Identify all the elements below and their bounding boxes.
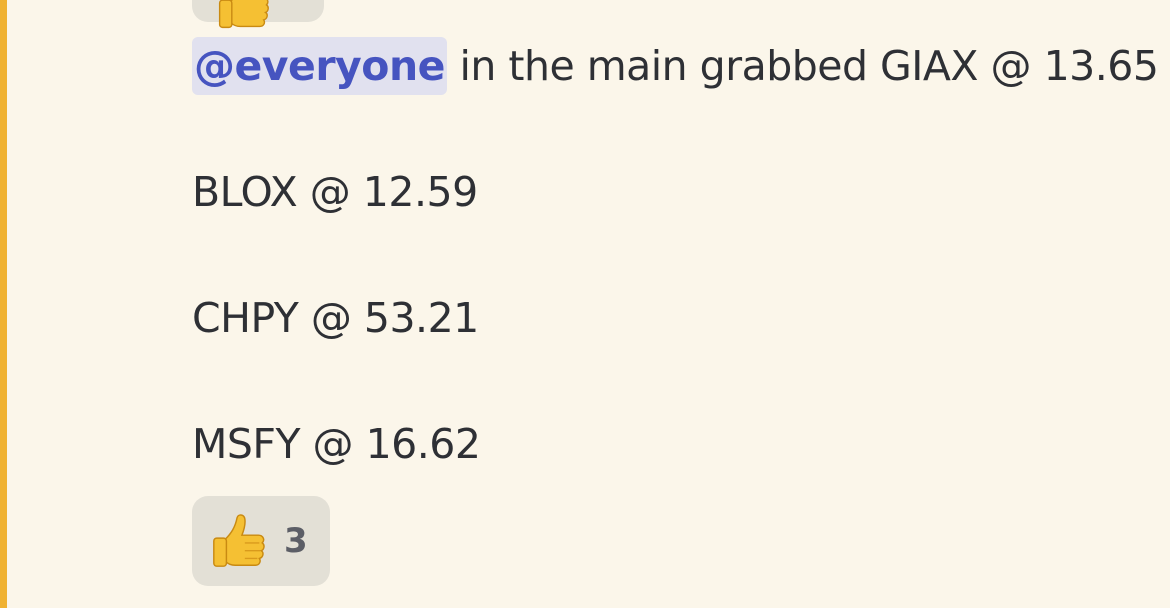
message-line-chpy: CHPY @ 53.21: [192, 294, 479, 342]
message-line-blox: BLOX @ 12.59: [192, 168, 478, 216]
thumbs-up-icon: [213, 514, 265, 567]
thumbs-up-reaction-button[interactable]: [192, 0, 324, 29]
mention-highlight-bar: [0, 0, 7, 608]
everyone-mention[interactable]: @everyone: [192, 37, 447, 95]
message-line-msfy: MSFY @ 16.62: [192, 420, 481, 468]
message-line-giax: @everyone in the main grabbed GIAX @ 13.…: [192, 36, 1159, 96]
thumbs-up-icon: [218, 0, 269, 29]
thumbs-up-reaction-button[interactable]: 3: [192, 496, 330, 586]
reaction-count: 3: [284, 521, 308, 561]
message-text: in the main grabbed GIAX @ 13.65: [446, 42, 1159, 90]
